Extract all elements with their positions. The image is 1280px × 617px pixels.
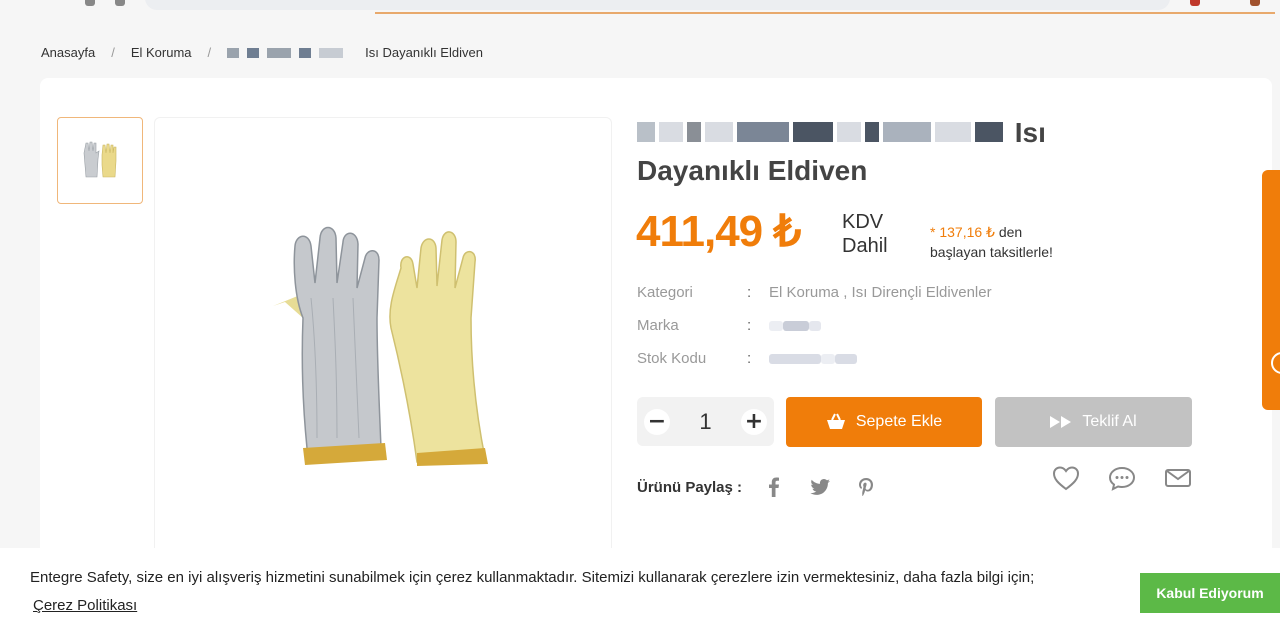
mail-icon[interactable] xyxy=(1164,465,1192,491)
loading-progress-line xyxy=(375,12,1275,14)
heart-icon[interactable] xyxy=(1052,465,1080,491)
aluminized-glove xyxy=(273,226,387,465)
product-price: 411,49 ₺ xyxy=(636,207,801,256)
basket-icon xyxy=(826,413,846,431)
product-title-word: Isı xyxy=(1014,117,1046,148)
side-feedback-tab[interactable] xyxy=(1262,170,1280,410)
address-bar[interactable] xyxy=(145,0,1170,10)
reload-icon[interactable] xyxy=(85,0,95,6)
add-to-cart-label: Sepete Ekle xyxy=(855,413,943,430)
breadcrumb-separator: / xyxy=(111,45,115,60)
share-section: Ürünü Paylaş : xyxy=(637,475,878,499)
add-to-cart-button[interactable]: Sepete Ekle xyxy=(786,397,982,447)
get-offer-label: Teklif Al xyxy=(1082,413,1137,430)
facebook-icon[interactable] xyxy=(762,475,786,499)
colon: : xyxy=(747,284,752,301)
side-tab-icon xyxy=(1271,352,1280,374)
product-thumbnail[interactable] xyxy=(57,117,143,204)
colon: : xyxy=(747,350,752,367)
category-label: Kategori xyxy=(637,284,693,301)
quantity-value[interactable]: 1 xyxy=(699,409,711,435)
breadcrumb-separator: / xyxy=(207,45,212,60)
product-main-image[interactable] xyxy=(154,117,612,577)
decrease-quantity-button[interactable]: − xyxy=(644,408,670,435)
breadcrumb-current: Isı Dayanıklı Eldiven xyxy=(365,45,483,60)
installment-info: * 137,16 ₺ den başlayan taksitlerle! xyxy=(930,222,1053,262)
comment-icon[interactable] xyxy=(1108,465,1136,491)
breadcrumb-category[interactable]: El Koruma xyxy=(131,45,192,60)
breadcrumb: Anasayfa / El Koruma / Isı Dayanıklı Eld… xyxy=(41,45,483,60)
tax-line2: Dahil xyxy=(842,235,888,257)
tax-line1: KDV xyxy=(842,211,884,233)
installment-line2: başlayan taksitlerle! xyxy=(930,244,1053,260)
meta-brand-row: Marka: xyxy=(637,317,821,334)
cookie-banner: Entegre Safety, size en iyi alışveriş hi… xyxy=(0,548,1280,617)
product-title-line2: Dayanıklı Eldiven xyxy=(637,155,868,186)
stock-code-redacted xyxy=(769,350,857,367)
kevlar-glove xyxy=(389,231,488,466)
brand-value-redacted xyxy=(769,317,821,334)
product-actions xyxy=(1052,465,1192,491)
browser-top-strip xyxy=(0,0,1280,14)
brand-label: Marka xyxy=(637,317,679,334)
cookie-policy-link[interactable]: Çerez Politikası xyxy=(33,597,137,614)
tax-included-label: KDV Dahil xyxy=(842,210,888,258)
installment-suffix: den xyxy=(994,224,1023,240)
colon: : xyxy=(747,317,752,334)
meta-stock-row: Stok Kodu: xyxy=(637,350,857,367)
gloves-image xyxy=(273,226,488,466)
share-label: Ürünü Paylaş : xyxy=(637,478,743,496)
extension-icon[interactable] xyxy=(1190,0,1200,6)
fast-forward-icon xyxy=(1050,416,1072,428)
twitter-icon[interactable] xyxy=(808,475,832,499)
home-icon[interactable] xyxy=(115,0,125,6)
profile-avatar-icon[interactable] xyxy=(1250,0,1260,6)
gloves-thumbnail-image xyxy=(83,141,117,177)
meta-category-row: Kategori: El Koruma , Isı Dirençli Eldive… xyxy=(637,284,992,301)
get-offer-button[interactable]: Teklif Al xyxy=(995,397,1192,447)
title-redacted xyxy=(637,122,1007,142)
increase-quantity-button[interactable]: + xyxy=(741,408,767,435)
installment-amount: * 137,16 ₺ xyxy=(930,224,995,240)
category-links[interactable]: El Koruma , Isı Dirençli Eldivenler xyxy=(769,284,992,301)
quantity-stepper: − 1 + xyxy=(637,397,774,446)
cookie-accept-button[interactable]: Kabul Ediyorum xyxy=(1140,573,1280,613)
product-title: Isı Dayanıklı Eldiven xyxy=(637,114,1117,190)
stock-code-label: Stok Kodu xyxy=(637,350,707,367)
breadcrumb-redacted xyxy=(227,47,351,58)
cookie-text: Entegre Safety, size en iyi alışveriş hi… xyxy=(30,569,1035,586)
breadcrumb-home[interactable]: Anasayfa xyxy=(41,45,95,60)
pinterest-icon[interactable] xyxy=(854,475,878,499)
